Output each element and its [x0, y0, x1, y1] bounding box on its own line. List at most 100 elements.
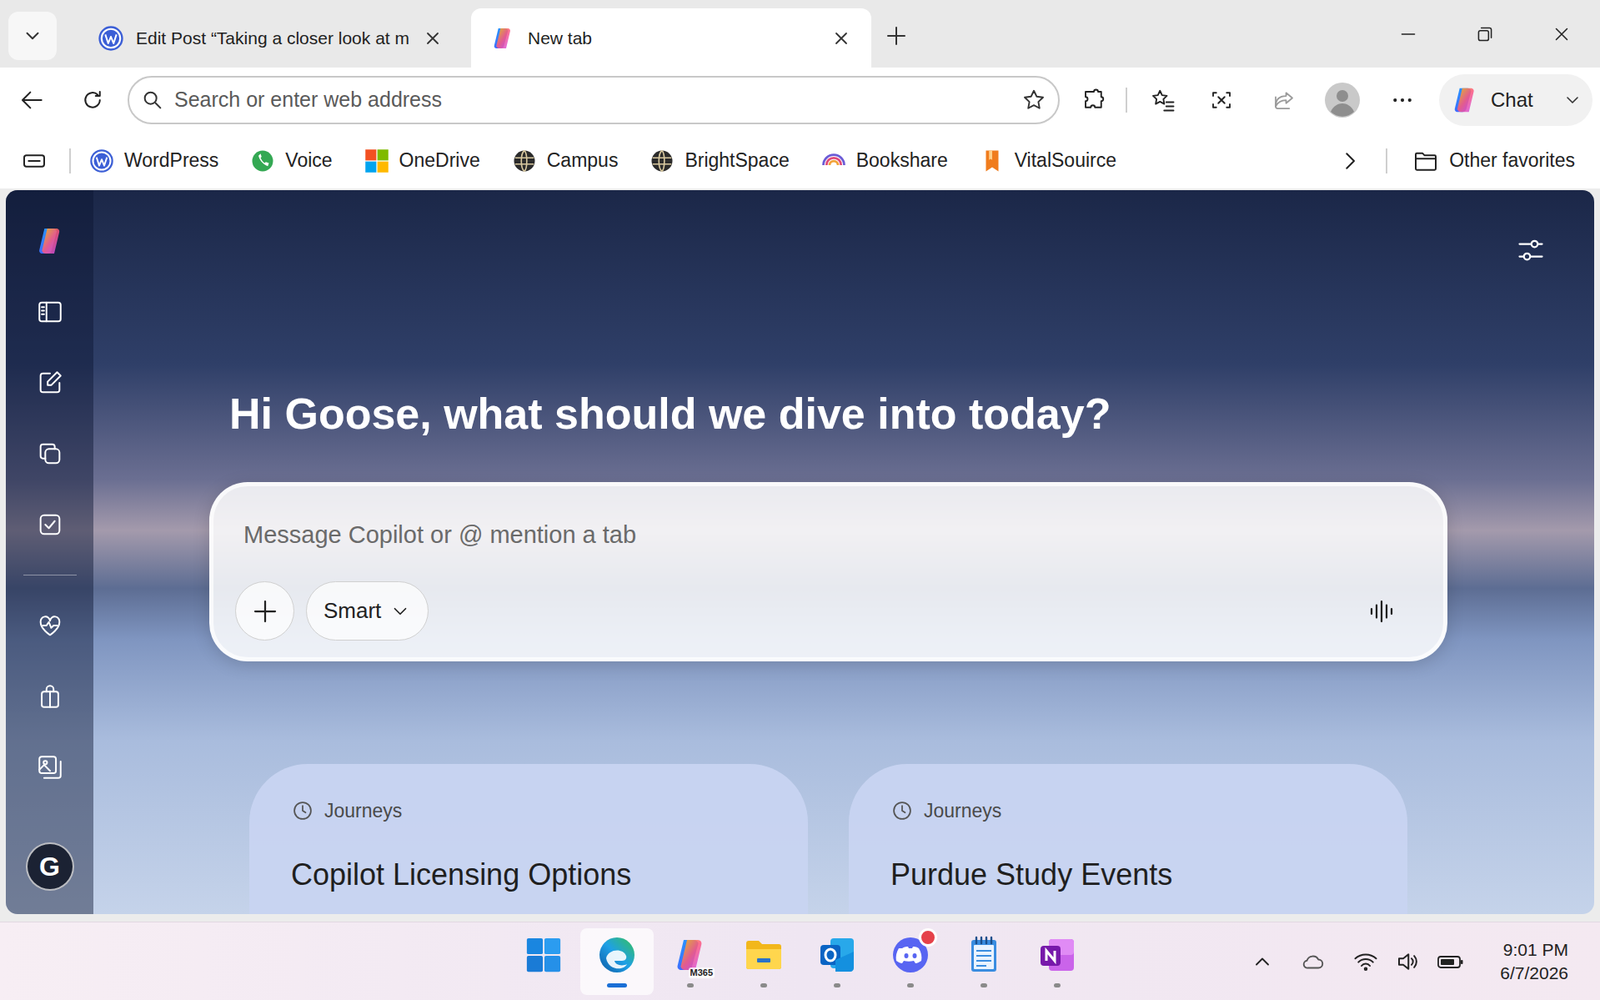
close-icon[interactable]	[421, 26, 445, 51]
globe-logo-icon	[649, 148, 675, 174]
sidebar-item[interactable]	[26, 290, 74, 333]
back-button[interactable]	[12, 80, 53, 121]
favorite-item[interactable]: Voice	[250, 145, 332, 176]
chevron-right-icon[interactable]	[1337, 148, 1363, 174]
browser-tab[interactable]: Edit Post “Taking a closer look at m	[79, 8, 463, 68]
sidebar-item[interactable]	[26, 675, 74, 718]
chat-button[interactable]: Chat	[1439, 74, 1593, 126]
avatar-initial: G	[39, 852, 61, 880]
chevron-down-icon	[389, 600, 412, 622]
copilot-page: G Hi Goose, what should we dive into toda…	[5, 190, 1595, 914]
extensions-button[interactable]	[1073, 80, 1114, 121]
favorite-item[interactable]: OneDrive	[364, 145, 481, 176]
taskbar-app[interactable]	[947, 927, 1021, 995]
avatar-icon	[1324, 81, 1361, 119]
chat-label: Chat	[1490, 85, 1534, 116]
copilot-main: Hi Goose, what should we dive into today…	[93, 190, 1595, 914]
journey-card[interactable]: JourneysPurdue Study Events	[848, 763, 1408, 914]
message-input[interactable]	[235, 507, 1422, 562]
voice-button[interactable]	[1358, 587, 1405, 635]
favorite-item[interactable]: WordPress	[89, 145, 219, 176]
window-controls	[1369, 0, 1600, 68]
favorites-bar: WordPress Voice OneDrive Campus BrightSpace B…	[0, 132, 1600, 189]
sidebar-item[interactable]	[26, 604, 74, 647]
screenshot-icon	[1208, 87, 1234, 113]
greeting: Hi Goose, what should we dive into today…	[209, 386, 1448, 441]
message-box: Smart	[209, 481, 1448, 662]
refresh-button[interactable]	[72, 80, 113, 121]
address-input[interactable]	[174, 84, 1012, 116]
sidebar-item[interactable]	[26, 503, 74, 546]
close-button[interactable]	[1523, 0, 1600, 68]
account-avatar[interactable]: G	[25, 842, 75, 891]
favorite-label: Bookshare	[856, 145, 948, 176]
sidebar-item[interactable]	[26, 432, 74, 475]
minimize-button[interactable]	[1369, 0, 1447, 68]
other-favorites[interactable]: Other favorites	[1412, 145, 1575, 176]
globe-logo-icon	[511, 148, 537, 174]
minimize-icon	[1397, 23, 1420, 46]
sidebar-item[interactable]	[26, 746, 74, 788]
screenshot-button[interactable]	[1201, 80, 1242, 121]
address-field[interactable]	[127, 75, 1060, 125]
tasks-icon	[35, 510, 65, 539]
settings-button[interactable]	[1514, 235, 1548, 266]
favorite-item[interactable]: Campus	[511, 145, 619, 176]
toolbar: Chat	[0, 67, 1600, 133]
tab-actions-button[interactable]	[8, 11, 57, 61]
toolbar-separator	[1125, 87, 1128, 113]
favorites-button[interactable]	[1143, 80, 1184, 121]
other-favorites-label: Other favorites	[1449, 145, 1575, 176]
volume-icon[interactable]	[1394, 948, 1420, 974]
taskbar-app[interactable]	[580, 927, 654, 995]
cloud-icon[interactable]	[1300, 948, 1326, 974]
favorite-item[interactable]: Bookshare	[821, 145, 948, 176]
copilot-sidebar: G	[5, 190, 94, 914]
star-icon[interactable]	[1021, 87, 1047, 113]
share-icon	[1271, 87, 1297, 113]
share-button[interactable]	[1263, 80, 1305, 121]
taskbar-app[interactable]	[873, 927, 948, 995]
onenote-logo-icon	[1037, 934, 1078, 975]
clock[interactable]: 9:01 PM6/7/2026	[1499, 937, 1569, 985]
card-title: Purdue Study Events	[890, 856, 1366, 893]
taskbar-app[interactable]	[1020, 927, 1094, 995]
chevron-up-icon[interactable]	[1250, 949, 1274, 974]
sidebar-panel-icon	[35, 297, 65, 327]
restore-icon	[1474, 23, 1496, 46]
taskbar-app[interactable]: M365	[653, 927, 728, 995]
running-indicator	[540, 983, 547, 988]
restore-button[interactable]	[1446, 0, 1524, 68]
new-tab-button[interactable]	[876, 15, 917, 56]
favorite-item[interactable]: BrightSpace	[649, 145, 789, 176]
puzzle-icon	[1081, 87, 1107, 113]
browser-tab[interactable]: New tab	[471, 8, 872, 68]
taskbar-app[interactable]	[727, 927, 801, 995]
notepad-logo-icon	[963, 934, 1004, 975]
taskbar-apps: M365	[506, 927, 1094, 995]
notification-badge	[918, 927, 938, 947]
bookshare-logo-icon	[821, 148, 847, 174]
tab-strip: Edit Post “Taking a closer look at mNew …	[0, 0, 1600, 68]
sidebar-item[interactable]	[26, 220, 74, 262]
more-button[interactable]	[1382, 80, 1423, 121]
mode-dropdown[interactable]: Smart	[305, 581, 429, 641]
mode-label: Smart	[323, 594, 382, 627]
close-icon[interactable]	[829, 26, 853, 51]
more-icon	[1389, 87, 1415, 113]
favorite-item[interactable]: VitalSouirce	[979, 145, 1117, 176]
favorite-label: VitalSouirce	[1014, 145, 1117, 176]
running-indicator	[687, 983, 694, 988]
battery-icon[interactable]	[1436, 948, 1465, 974]
copilot-logo-icon	[489, 25, 517, 52]
wifi-icon[interactable]	[1353, 948, 1379, 974]
taskbar-app[interactable]	[506, 927, 581, 995]
add-button[interactable]	[235, 581, 295, 641]
journey-card[interactable]: JourneysCopilot Licensing Options	[249, 763, 808, 914]
tab-actions-icon[interactable]	[20, 147, 49, 175]
chevron-down-icon	[21, 25, 44, 47]
profile-button[interactable]	[1322, 80, 1363, 121]
sidebar-item[interactable]	[26, 361, 74, 404]
running-indicator	[980, 983, 988, 988]
taskbar-app[interactable]	[800, 927, 874, 995]
